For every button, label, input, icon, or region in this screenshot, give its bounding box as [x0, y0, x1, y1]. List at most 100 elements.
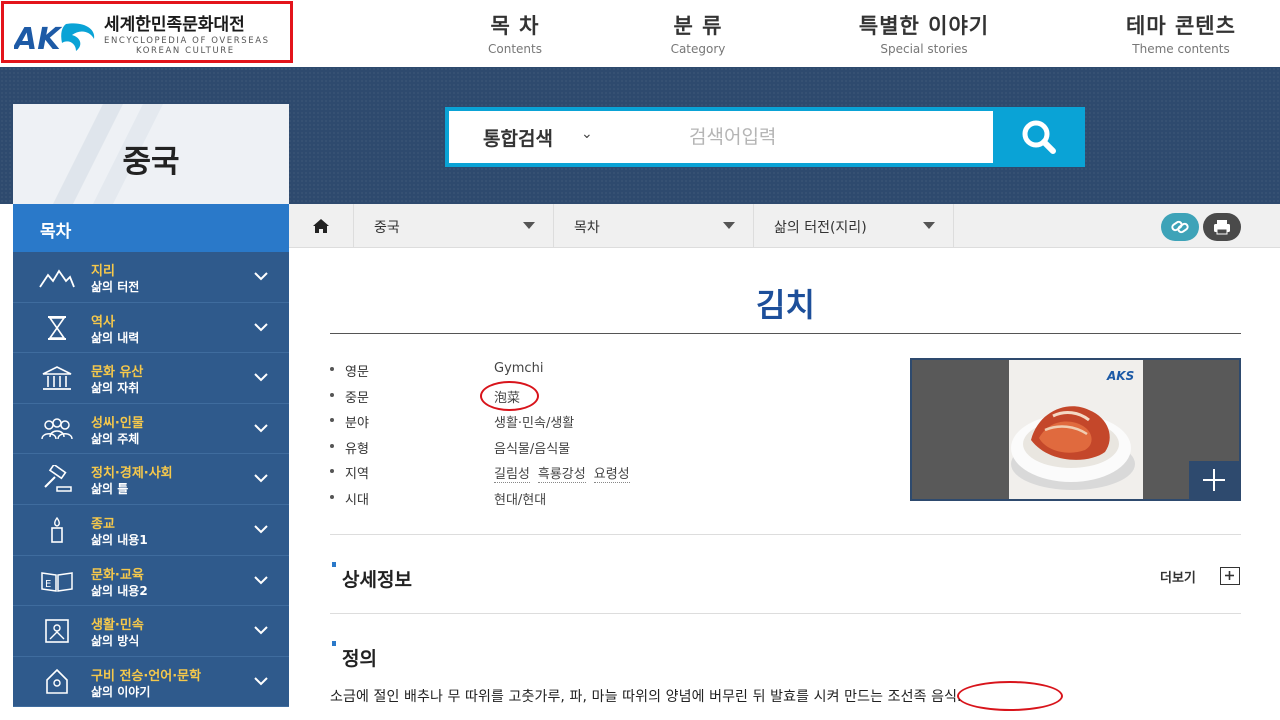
info-value: 음식물/음식물 [494, 441, 571, 457]
info-label: 시대 [345, 492, 369, 508]
info-label: 유형 [345, 441, 369, 457]
nav-category[interactable]: 분 류 Category [666, 10, 730, 56]
info-label: 분야 [345, 416, 369, 431]
chevron-down-icon [254, 525, 268, 534]
annotation-oval [480, 381, 539, 411]
sidebar-item-people[interactable]: 성씨·인물 삶의 주체 [13, 403, 289, 455]
title-divider [330, 333, 1241, 334]
region-link[interactable]: 흑룡강성 [537, 467, 586, 483]
info-row-era: 시대 현대/현대 [330, 486, 890, 512]
sidebar-item-sub: 삶의 내용1 [91, 532, 148, 547]
nav-label-en: Theme contents [1132, 42, 1230, 56]
bullet [330, 443, 334, 448]
chevron-down-icon [254, 272, 268, 281]
frame-icon [45, 619, 69, 643]
caret-down-icon [523, 222, 535, 229]
svg-text:E: E [45, 579, 51, 590]
country-box: 중국 [13, 104, 289, 204]
nav-label-kr: 목 차 [490, 14, 540, 38]
sidebar-heading: 목차 [13, 204, 289, 252]
section-title-detail: 상세정보 [342, 569, 412, 591]
sidebar-heading-label: 목차 [40, 222, 72, 242]
chevron-down-icon [254, 677, 268, 686]
print-button[interactable] [1203, 213, 1241, 241]
sidebar-item-geography[interactable]: 지리 삶의 터전 [13, 252, 289, 303]
sidebar-item-sub: 삶의 터전 [91, 280, 140, 294]
breadcrumb-contents-select[interactable]: 목차 [554, 204, 754, 248]
sidebar-item-heritage[interactable]: 문화 유산 삶의 자취 [13, 353, 289, 404]
breadcrumb-section-select[interactable]: 삶의 터전(지리) [754, 204, 954, 248]
search-input[interactable] [689, 121, 969, 153]
sidebar-item-religion[interactable]: 종교 삶의 내용1 [13, 504, 289, 556]
info-value: 길림성 흑룡강성 요령성 [494, 463, 638, 483]
country-name: 중국 [122, 144, 180, 180]
home-button[interactable] [289, 204, 354, 248]
bullet [330, 367, 334, 371]
sidebar-item-title: 구비 전승·언어·문학 [91, 668, 202, 684]
kimchi-image: AKS [1009, 360, 1143, 499]
breadcrumb-label: 삶의 터전(지리) [774, 220, 867, 236]
region-link[interactable]: 요령성 [593, 467, 630, 483]
info-value: Gymchi [494, 361, 544, 376]
people-icon [41, 418, 73, 439]
search-bar: 통합검색 ⌄ [445, 107, 1085, 167]
print-icon [1214, 220, 1230, 235]
gavel-icon [44, 465, 72, 493]
sidebar-item-folklore[interactable]: 생활·민속 삶의 방식 [13, 606, 289, 657]
sidebar-item-title: 정치·경제·사회 [91, 466, 173, 482]
breadcrumb-label: 중국 [374, 220, 400, 236]
nav-label-en: Category [670, 42, 726, 56]
sidebar-item-education[interactable]: E 문화·교육 삶의 내용2 [13, 555, 289, 607]
more-plus-icon[interactable] [1220, 567, 1240, 585]
search-button[interactable] [993, 107, 1085, 167]
logo-mark-text: AK [14, 22, 63, 53]
expand-photo-button[interactable] [1189, 461, 1239, 499]
sidebar-item-sub: 삶의 내용2 [91, 583, 148, 598]
nav-special-stories[interactable]: 특별한 이야기 Special stories [850, 10, 998, 56]
region-link[interactable]: 길림성 [494, 467, 530, 483]
search-type-select[interactable]: 통합검색 [483, 124, 553, 151]
chevron-down-icon [254, 373, 268, 382]
link-button[interactable] [1161, 213, 1199, 241]
sidebar-item-history[interactable]: 역사 삶의 내력 [13, 302, 289, 354]
nav-label-kr: 특별한 이야기 [858, 14, 990, 38]
info-row-field: 분야 생활·민속/생활 [330, 409, 890, 435]
chevron-down-icon [254, 424, 268, 433]
section-marker [332, 562, 336, 567]
logo-mark-icon: AK [14, 22, 95, 53]
info-row-region: 지역 길림성 흑룡강성 요령성 [330, 460, 890, 486]
sidebar-item-literature[interactable]: 구비 전승·언어·문학 삶의 이야기 [13, 656, 289, 708]
link-icon [1171, 220, 1189, 234]
photo-watermark: AKS [1106, 369, 1134, 383]
nav-contents[interactable]: 목 차 Contents [484, 10, 546, 56]
info-row-chinese: 중문 泡菜 [330, 384, 890, 410]
logo-title-en-2: KOREAN CULTURE [136, 46, 235, 56]
caret-down-icon [723, 222, 735, 229]
sidebar-item-politics[interactable]: 정치·경제·사회 삶의 틀 [13, 454, 289, 505]
site-header: AK 세계한민족문화대전 ENCYCLOPEDIA OF OVERSEAS KO… [0, 0, 1280, 67]
site-logo[interactable]: AK 세계한민족문화대전 ENCYCLOPEDIA OF OVERSEAS KO… [1, 1, 293, 63]
breadcrumb-country-select[interactable]: 중국 [354, 204, 554, 248]
definition-text: 소금에 절인 배추나 무 따위를 고춧가루, 파, 마늘 따위의 양념에 버무린… [330, 689, 962, 705]
section-title-definition: 정의 [342, 648, 377, 670]
home-icon [313, 219, 329, 233]
sidebar-item-sub: 삶의 틀 [91, 482, 129, 497]
nav-theme-contents[interactable]: 테마 콘텐츠 Theme contents [1118, 10, 1244, 56]
chevron-down-icon [254, 626, 268, 635]
search-field-wrap: 통합검색 ⌄ [449, 111, 993, 163]
photo-viewer: AKS [910, 358, 1241, 501]
chevron-down-icon[interactable]: ⌄ [581, 126, 593, 142]
plus-icon [1203, 469, 1225, 491]
info-label: 지역 [345, 467, 369, 482]
sidebar-item-sub: 삶의 방식 [91, 634, 140, 649]
more-button[interactable]: 더보기 [1160, 567, 1196, 586]
search-icon [1022, 120, 1056, 154]
sidebar-item-title: 지리 [91, 264, 115, 279]
info-row-type: 유형 음식물/음식물 [330, 435, 890, 461]
info-value: 생활·민속/생활 [494, 416, 575, 431]
kimchi-photo[interactable]: AKS [1009, 360, 1143, 499]
book-icon: E [41, 571, 73, 592]
bullet [330, 392, 334, 397]
temple-icon [42, 366, 72, 391]
sidebar-menu: 지리 삶의 터전 역사 삶의 내력 문화 유산 삶의 자취 성씨·인물 삶의 주… [13, 252, 289, 708]
